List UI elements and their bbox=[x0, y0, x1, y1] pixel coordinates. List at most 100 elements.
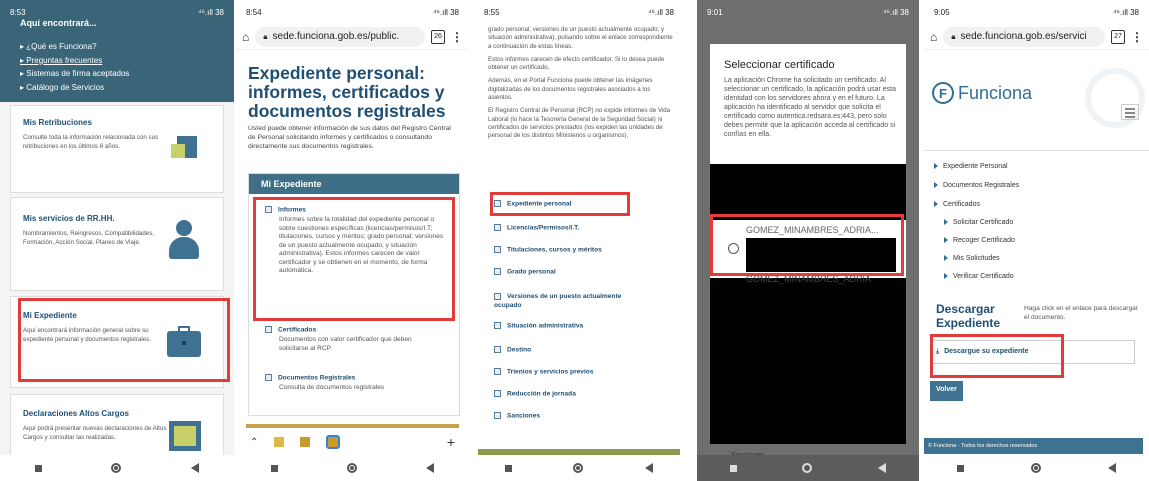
tab-favicon-active-icon[interactable] bbox=[326, 435, 341, 449]
home-button[interactable] bbox=[1030, 463, 1041, 473]
nav-expediente-personal[interactable]: Expediente Personal bbox=[934, 163, 1008, 170]
status-time: 8:55 bbox=[484, 7, 500, 17]
recents-button[interactable] bbox=[34, 464, 42, 472]
tabs-button[interactable]: 26 bbox=[431, 29, 445, 44]
caret-icon bbox=[944, 273, 948, 280]
back-button[interactable] bbox=[1107, 463, 1116, 473]
home-button[interactable] bbox=[346, 463, 357, 473]
menu-icon[interactable]: ⋮ bbox=[1131, 31, 1143, 43]
highlight-expediente-personal bbox=[490, 192, 630, 216]
link-situacion[interactable]: Situación administrativa bbox=[494, 322, 583, 329]
back-button[interactable] bbox=[878, 463, 887, 473]
site-header: F Funciona bbox=[924, 60, 1149, 140]
link-trienios[interactable]: Trienios y servicios previos bbox=[494, 368, 594, 375]
link-titulaciones[interactable]: Titulaciones, cursos y méritos bbox=[494, 246, 602, 253]
doc-icon bbox=[494, 224, 501, 231]
caret-icon bbox=[944, 255, 948, 262]
logo-text: Funciona bbox=[958, 82, 1033, 103]
status-signal: ⁴⁶.ıll 38 bbox=[198, 7, 224, 17]
card-title: Mis servicios de RR.HH. bbox=[23, 214, 115, 223]
back-action-button[interactable]: Volver bbox=[930, 381, 963, 401]
link-catalogo[interactable]: ▸ Catálogo de Servicios bbox=[20, 81, 129, 95]
url-text: sede.funciona.gob.es/public. bbox=[272, 31, 400, 42]
link-destino[interactable]: Destino bbox=[494, 346, 531, 353]
link-reduccion[interactable]: Reducción de jornada bbox=[494, 390, 576, 397]
section-certificados[interactable]: Certificados Documentos con valor certif… bbox=[265, 326, 429, 353]
home-button[interactable] bbox=[802, 463, 813, 473]
home-icon[interactable]: ⌂ bbox=[930, 30, 937, 44]
home-icon[interactable]: ⌂ bbox=[242, 30, 249, 44]
tab-favicon-icon[interactable] bbox=[274, 437, 285, 447]
url-text: sede.funciona.gob.es/servici bbox=[960, 31, 1087, 42]
tab-favicon-icon[interactable] bbox=[300, 437, 311, 447]
browser-toolbar: ⌂ 🔒︎ sede.funciona.gob.es/servici 27 ⋮ bbox=[924, 24, 1149, 50]
dialog-title: Seleccionar certificado bbox=[724, 59, 835, 71]
tab-strip: ⌃ + bbox=[236, 430, 469, 454]
card-text: Nombramientos, Reingresos, Compatibilida… bbox=[23, 230, 155, 246]
nav-solicitar-certificado[interactable]: Solicitar Certificado bbox=[944, 219, 1013, 226]
back-button[interactable] bbox=[191, 463, 200, 473]
back-button[interactable] bbox=[426, 463, 435, 473]
card-title: Declaraciones Altos Cargos bbox=[23, 409, 129, 418]
address-bar[interactable]: 🔒︎ sede.funciona.gob.es/servici bbox=[943, 26, 1105, 47]
recents-button[interactable] bbox=[504, 464, 512, 472]
back-button[interactable] bbox=[645, 463, 654, 473]
status-signal: ⁴⁶.ıll 38 bbox=[648, 7, 674, 17]
link-preguntas[interactable]: ▸ Preguntas frecuentes bbox=[20, 54, 129, 68]
person-icon bbox=[167, 220, 201, 260]
nav-documentos-registrales[interactable]: Documentos Registrales bbox=[934, 182, 1019, 189]
card-rrhh[interactable]: Mis servicios de RR.HH. Nombramientos, R… bbox=[10, 197, 224, 291]
recents-button[interactable] bbox=[729, 464, 737, 472]
lock-icon: 🔒︎ bbox=[951, 31, 956, 41]
status-time: 8:53 bbox=[10, 7, 26, 17]
address-bar[interactable]: 🔒︎ sede.funciona.gob.es/public. bbox=[255, 26, 425, 47]
card-altos-cargos[interactable]: Declaraciones Altos Cargos Aquí podrá pr… bbox=[10, 394, 224, 460]
section-documentos[interactable]: Documentos Registrales Consulta de docum… bbox=[265, 374, 449, 393]
link-que-es[interactable]: ▸ ¿Qué es Funciona? bbox=[20, 40, 129, 54]
menu-icon[interactable]: ⋮ bbox=[451, 31, 463, 43]
chevron-up-icon[interactable]: ⌃ bbox=[250, 437, 258, 448]
header-title: Aquí encontrará... bbox=[20, 18, 97, 28]
link-sistemas-firma[interactable]: ▸ Sistemas de firma aceptados bbox=[20, 67, 129, 81]
page-title: Expediente personal: informes, certifica… bbox=[248, 63, 446, 121]
caret-icon bbox=[934, 182, 938, 189]
new-tab-button[interactable]: + bbox=[447, 434, 455, 450]
link-sanciones[interactable]: Sanciones bbox=[494, 412, 540, 419]
card-retribuciones[interactable]: Mis Retribuciones Consulte toda la infor… bbox=[10, 105, 224, 193]
screen-4-select-certificate: 9:01 ⁴⁶.ıll 38 Seleccionar certificado L… bbox=[697, 0, 919, 481]
browser-toolbar: ⌂ 🔒︎ sede.funciona.gob.es/public. 26 ⋮ bbox=[236, 24, 469, 50]
status-time: 9:05 bbox=[934, 7, 950, 17]
recents-button[interactable] bbox=[957, 464, 965, 472]
home-button[interactable] bbox=[573, 463, 584, 473]
status-time: 9:01 bbox=[707, 7, 723, 17]
android-navbar bbox=[924, 455, 1149, 481]
funciona-logo[interactable]: F Funciona bbox=[932, 82, 1032, 104]
nav-verificar-certificado[interactable]: Verificar Certificado bbox=[944, 273, 1014, 280]
link-grado[interactable]: Grado personal bbox=[494, 268, 556, 275]
highlight-informes bbox=[253, 197, 455, 321]
status-signal: ⁴⁶.ıll 38 bbox=[433, 7, 459, 17]
home-button[interactable] bbox=[111, 463, 122, 473]
hamburger-icon[interactable] bbox=[1121, 104, 1139, 120]
nav-mis-solicitudes[interactable]: Mis Solicitudes bbox=[944, 255, 1000, 262]
link-licencias[interactable]: Licencias/Permisos/I.T. bbox=[494, 224, 579, 231]
card-text: Aquí podrá presentar nuevas declaracione… bbox=[23, 425, 167, 441]
nav-certificados[interactable]: Certificados bbox=[934, 201, 980, 208]
caret-icon bbox=[944, 219, 948, 226]
doc-icon bbox=[494, 346, 501, 353]
recents-button[interactable] bbox=[270, 464, 278, 472]
link-versiones[interactable]: Versiones de un puesto actualmente ocupa… bbox=[494, 292, 644, 310]
paragraph: grado personal; versiones de un puesto a… bbox=[488, 26, 673, 50]
informes-content: grado personal; versiones de un puesto a… bbox=[488, 26, 674, 141]
side-nav: Expediente Personal Documentos Registral… bbox=[924, 150, 1149, 280]
tabs-button[interactable]: 27 bbox=[1111, 29, 1125, 44]
doc-icon bbox=[494, 412, 501, 419]
doc-icon bbox=[494, 268, 501, 275]
paragraph: El Registro Central de Personal (RCP) no… bbox=[488, 107, 671, 140]
section-text: Consulta de documentos registrales bbox=[279, 384, 385, 392]
nav-recoger-certificado[interactable]: Recoger Certificado bbox=[944, 237, 1015, 244]
screen-5-descargar: 9:05 ⁴⁶.ıll 38 ⌂ 🔒︎ sede.funciona.gob.es… bbox=[924, 0, 1149, 481]
section-text: Documentos con valor certificador que de… bbox=[279, 336, 412, 352]
doc-icon bbox=[265, 374, 272, 381]
screen-1-portal-home: 8:53 ⁴⁶.ıll 38 Aquí encontrará... ▸ ¿Qué… bbox=[0, 0, 234, 481]
